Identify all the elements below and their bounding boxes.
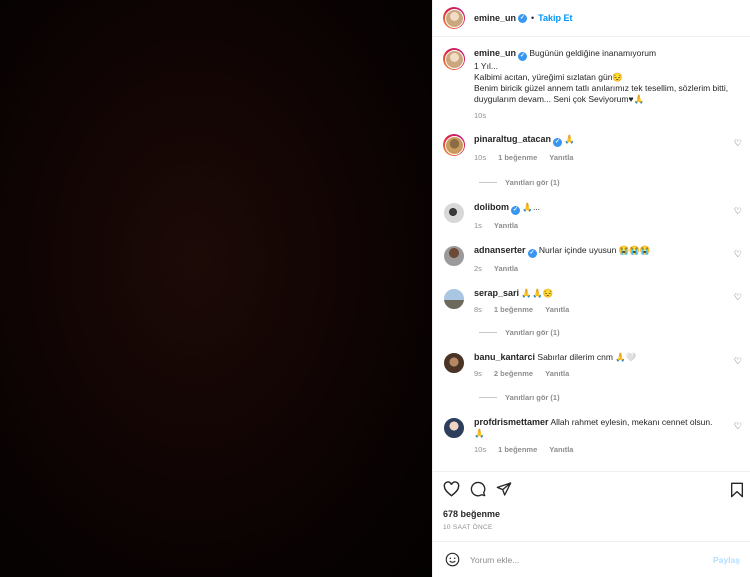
- comment-text: 🙏...: [522, 202, 541, 212]
- comment-text: Nurlar içinde uyusun 😭😭😭: [538, 245, 651, 255]
- view-replies-label[interactable]: Yanıtları gör (1): [505, 393, 560, 402]
- comment-row: banu_kantarci Sabırlar dilerim cnm 🙏🤍 9s…: [443, 352, 742, 379]
- heart-icon[interactable]: [443, 481, 460, 497]
- caption-line-2: 1 Yıl...: [474, 61, 498, 71]
- verified-icon: ✓: [553, 138, 563, 147]
- comment-row: serap_sari 🙏🙏😔 8s 1 beğenme Yanıtla ♡: [443, 288, 742, 315]
- reply-button[interactable]: Yanıtla: [545, 305, 569, 314]
- caption-username[interactable]: emine_un: [474, 48, 516, 58]
- commenter-avatar[interactable]: [443, 352, 465, 374]
- post-header: emine_un ✓ • Takip Et: [433, 0, 750, 37]
- like-comment-icon[interactable]: ♡: [734, 292, 742, 303]
- verified-icon: ✓: [518, 13, 528, 23]
- comment-time: 8s: [474, 305, 482, 314]
- comment-text: 🙏🙏😔: [521, 288, 554, 298]
- commenter-username[interactable]: profdrismettamer: [474, 417, 549, 427]
- commenter-username[interactable]: pinaraltug_atacan: [474, 134, 551, 144]
- comment-row: pinaraltug_atacan ✓ 🙏 10s 1 beğenme Yanıtla…: [443, 134, 742, 163]
- view-replies-label[interactable]: Yanıtları gör (1): [505, 178, 560, 187]
- follow-button[interactable]: Takip Et: [538, 13, 572, 23]
- post-comment-button[interactable]: Paylaş: [713, 555, 740, 565]
- post-side-panel: emine_un ✓ • Takip Et emine_un ✓ Bugünün …: [432, 0, 750, 577]
- verified-icon: ✓: [527, 249, 537, 258]
- view-replies[interactable]: Yanıtları gör (1): [479, 178, 560, 187]
- commenter-avatar[interactable]: [443, 245, 465, 267]
- post-time: 10 SAAT ÖNCE: [443, 524, 493, 531]
- commenter-username[interactable]: serap_sari: [474, 288, 519, 298]
- caption-time: 10s: [474, 111, 487, 120]
- commenter-avatar[interactable]: [443, 202, 465, 224]
- author-avatar[interactable]: [443, 7, 465, 29]
- like-comment-icon[interactable]: ♡: [734, 206, 742, 217]
- like-comment-icon[interactable]: ♡: [734, 421, 742, 432]
- comment-likes[interactable]: 1 beğenme: [494, 305, 533, 314]
- comment-time: 1s: [474, 221, 482, 230]
- comment-row: dolibom ✓ 🙏... 1s Yanıtla ♡: [443, 202, 742, 231]
- emoji-icon[interactable]: [445, 552, 460, 567]
- reply-button[interactable]: Yanıtla: [545, 369, 569, 378]
- reply-button[interactable]: Yanıtla: [549, 445, 573, 454]
- comment-time: 2s: [474, 264, 482, 273]
- comment-icon[interactable]: [470, 481, 486, 497]
- verified-icon: ✓: [518, 52, 528, 61]
- comment-likes[interactable]: 1 beğenme: [498, 445, 537, 454]
- add-comment-bar: Yorum ekle... Paylaş: [433, 541, 750, 577]
- caption-line-1: Bugünün geldiğine inanamıyorum: [529, 48, 657, 58]
- caption-line-4: Benim biricik güzel annem tatlı anılarım…: [474, 83, 729, 104]
- commenter-avatar[interactable]: [443, 417, 465, 439]
- view-replies-label[interactable]: Yanıtları gör (1): [505, 328, 560, 337]
- comment-text: Sabırlar dilerim cnm 🙏🤍: [537, 352, 637, 362]
- comments-list[interactable]: emine_un ✓ Bugünün geldiğine inanamıyorum…: [433, 38, 750, 470]
- view-replies[interactable]: Yanıtları gör (1): [479, 393, 560, 402]
- commenter-username[interactable]: banu_kantarci: [474, 352, 535, 362]
- reply-button[interactable]: Yanıtla: [494, 264, 518, 273]
- likes-count[interactable]: 678 beğenme: [443, 509, 500, 519]
- like-comment-icon[interactable]: ♡: [734, 356, 742, 367]
- author-username[interactable]: emine_un: [474, 13, 516, 23]
- bookmark-icon[interactable]: [730, 482, 744, 498]
- commenter-username[interactable]: dolibom: [474, 202, 509, 212]
- like-comment-icon[interactable]: ♡: [734, 138, 742, 149]
- commenter-avatar[interactable]: [443, 288, 465, 310]
- reply-button[interactable]: Yanıtla: [549, 153, 573, 162]
- caption-avatar[interactable]: [443, 48, 465, 70]
- view-replies[interactable]: Yanıtları gör (1): [479, 328, 560, 337]
- post-image[interactable]: [0, 0, 432, 577]
- commenter-avatar[interactable]: [443, 134, 465, 156]
- share-icon[interactable]: [496, 481, 512, 497]
- separator-dot: •: [531, 13, 535, 23]
- action-bar: [433, 471, 750, 506]
- like-comment-icon[interactable]: ♡: [734, 249, 742, 260]
- reply-button[interactable]: Yanıtla: [494, 221, 518, 230]
- comment-likes[interactable]: 1 beğenme: [498, 153, 537, 162]
- comment-time: 10s: [474, 445, 487, 454]
- comment-row: profdrismettamer Allah rahmet eylesin, m…: [443, 417, 742, 455]
- caption: emine_un ✓ Bugünün geldiğine inanamıyorum…: [443, 48, 742, 121]
- comment-time: 9s: [474, 369, 482, 378]
- commenter-username[interactable]: adnanserter: [474, 245, 526, 255]
- comment-row: adnanserter ✓ Nurlar içinde uyusun 😭😭😭 2s…: [443, 245, 742, 274]
- caption-line-3: Kalbimi acıtan, yüreğimi sızlatan gün😔: [474, 72, 624, 82]
- comment-likes[interactable]: 2 beğenme: [494, 369, 533, 378]
- comment-input[interactable]: Yorum ekle...: [470, 555, 713, 565]
- comment-text: 🙏: [564, 134, 575, 144]
- comment-time: 10s: [474, 153, 487, 162]
- verified-icon: ✓: [511, 206, 520, 215]
